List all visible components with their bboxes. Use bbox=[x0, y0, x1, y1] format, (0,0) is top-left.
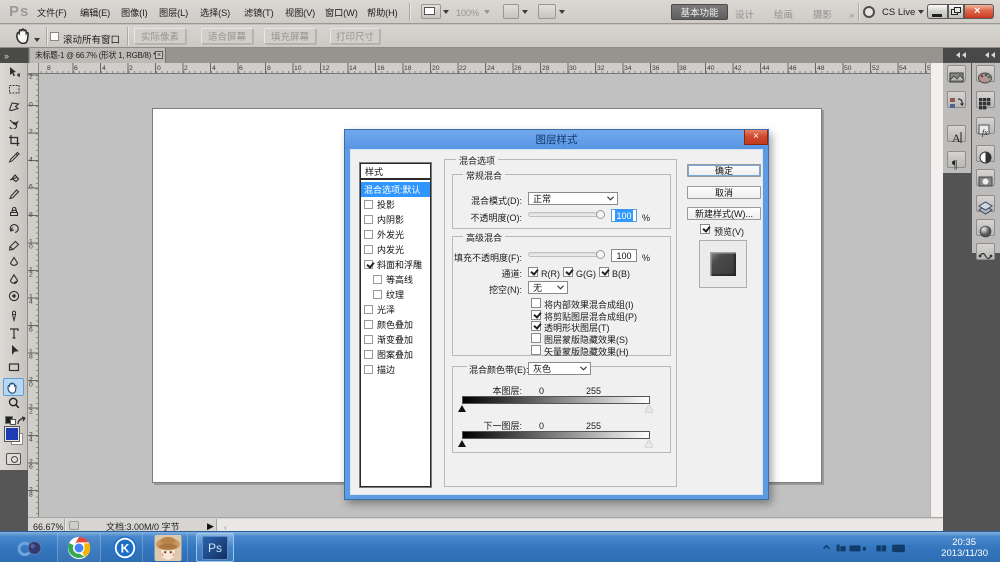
svg-text:fx: fx bbox=[982, 128, 988, 137]
svg-text:A: A bbox=[952, 131, 961, 145]
svg-text:K: K bbox=[121, 542, 130, 556]
svg-text:¶: ¶ bbox=[952, 157, 958, 171]
